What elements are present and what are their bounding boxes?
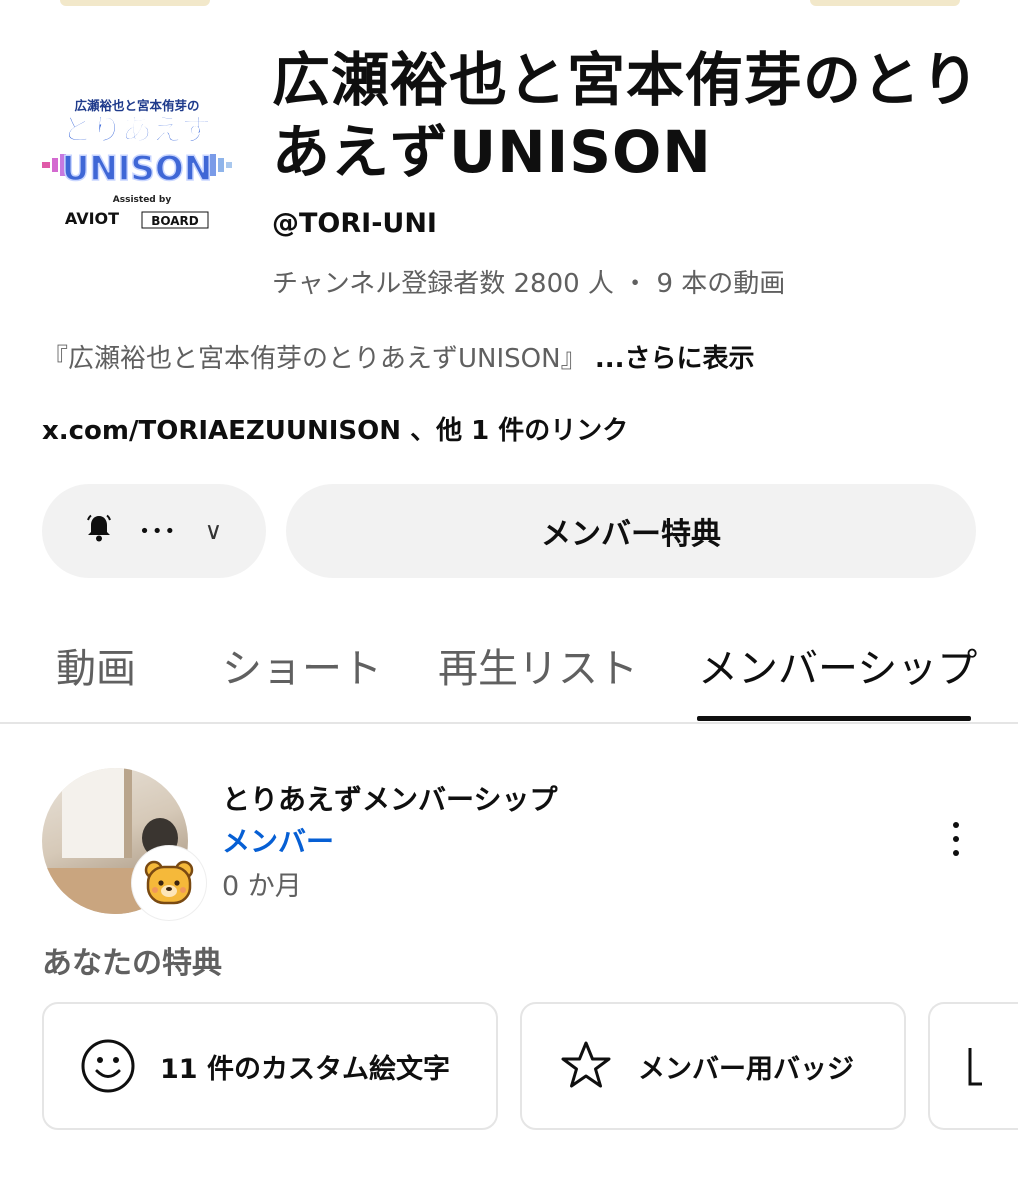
perk-card-badge[interactable]: メンバー用バッジ (520, 1002, 906, 1130)
header-decoration (60, 0, 210, 6)
tab-shorts[interactable]: ショート (222, 636, 382, 694)
perks-heading: あなたの特典 (42, 946, 222, 981)
description-text: 『広瀬裕也と宮本侑芽のとりあえずUNISON』 (42, 344, 587, 374)
membership-title: とりあえずメンバーシップ (222, 783, 558, 816)
more-options-icon[interactable] (944, 822, 968, 856)
partial-perk-icon (968, 1048, 982, 1086)
perk-label: メンバー用バッジ (638, 1053, 854, 1085)
logo-assisted-text: Assisted by (113, 195, 172, 205)
notification-settings-button[interactable]: ••• ∨ (42, 484, 266, 578)
tab-membership[interactable]: メンバーシップ (698, 636, 977, 694)
chevron-down-icon: ∨ (204, 517, 223, 545)
header-decoration (810, 0, 960, 6)
active-tab-indicator (697, 716, 971, 721)
logo-top-text: 広瀬裕也と宮本侑芽の (74, 98, 199, 113)
more-dots-icon: ••• (139, 520, 178, 542)
membership-duration: 0 か月 (222, 871, 302, 902)
logo-sponsor-board: BOARD (151, 214, 199, 228)
channel-tabs: 動画 ショート 再生リスト メンバーシップ (0, 620, 1018, 724)
logo-main-text: UNISON (62, 149, 213, 189)
bell-icon (86, 514, 112, 549)
show-more-link[interactable]: ...さらに表示 (595, 344, 755, 374)
channel-stats: チャンネル登録者数 2800 人 ・ 9 本の動画 (272, 269, 786, 299)
member-perks-button[interactable]: メンバー特典 (286, 484, 976, 578)
channel-logo: 広瀬裕也と宮本侑芽の とりあえず UNISON Assisted by AVIO… (42, 98, 232, 229)
perk-label: 11 件のカスタム絵文字 (160, 1053, 450, 1085)
perk-card-emoji[interactable]: 11 件のカスタム絵文字 (42, 1002, 498, 1130)
tab-playlists[interactable]: 再生リスト (438, 636, 638, 694)
channel-title: 広瀬裕也と宮本侑芽のとりあえずUNISON (272, 46, 981, 186)
channel-description[interactable]: 『広瀬裕也と宮本侑芽のとりあえずUNISON』 ...さらに表示 (42, 338, 754, 375)
logo-middle-text: とりあえず (62, 113, 212, 148)
channel-links[interactable]: x.com/TORIAEZUUNISON 、他 1 件のリンク (42, 410, 628, 447)
logo-sponsor-aviot: AVIOT (65, 209, 119, 228)
channel-avatar[interactable]: 広瀬裕也と宮本侑芽の とりあえず UNISON Assisted by AVIO… (42, 62, 232, 252)
smiley-icon (81, 1039, 135, 1093)
channel-page: 広瀬裕也と宮本侑芽の とりあえず UNISON Assisted by AVIO… (0, 0, 1018, 1200)
star-icon (561, 1041, 611, 1088)
channel-handle: @TORI-UNI (272, 208, 437, 239)
membership-role: メンバー (222, 825, 335, 858)
member-badge-icon (132, 846, 206, 920)
perk-card-partial[interactable] (928, 1002, 1018, 1130)
tab-videos[interactable]: 動画 (56, 636, 136, 694)
